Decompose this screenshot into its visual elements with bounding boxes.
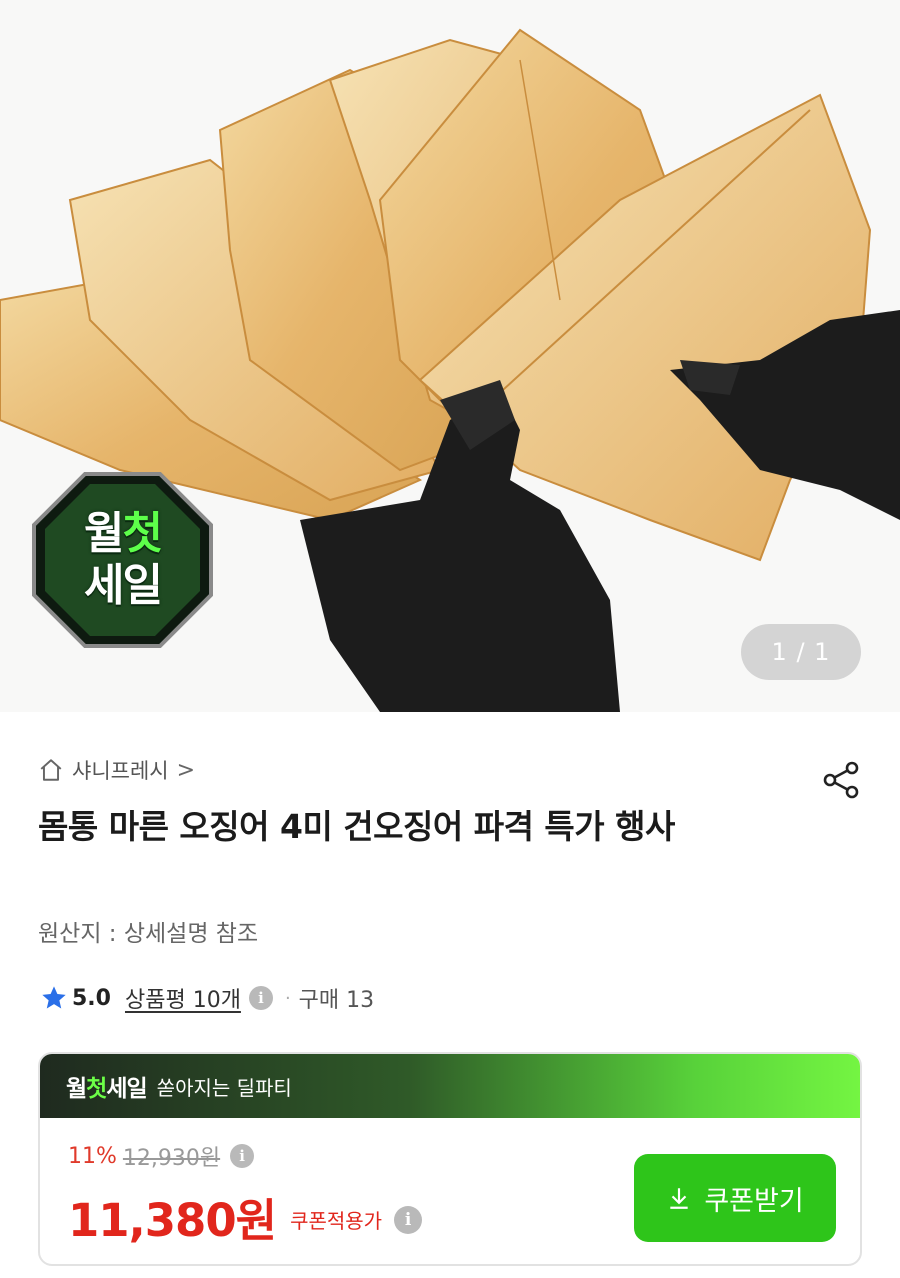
deal-body: 11% 12,930원 i 11,380원 쿠폰적용가 i 쿠폰받기 [40, 1118, 860, 1264]
info-icon[interactable]: i [230, 1144, 255, 1168]
share-icon [823, 761, 859, 799]
info-icon[interactable]: i [394, 1205, 423, 1234]
image-pager-indicator: 1 / 1 [741, 624, 861, 680]
get-coupon-label: 쿠폰받기 [704, 1185, 804, 1216]
product-origin: 원산지 : 상세설명 참조 [38, 921, 259, 947]
rating-score: 5.0 [72, 985, 111, 1011]
download-icon [670, 1188, 688, 1209]
price-row: 11,380원 쿠폰적용가 i [68, 1184, 423, 1249]
purchase-count: 구매 13 [298, 988, 375, 1013]
discount-row: 11% 12,930원 i [68, 1140, 255, 1172]
share-button[interactable] [818, 756, 866, 804]
sale-price: 11,380원 [68, 1194, 277, 1247]
deal-logo-part: 세일 [106, 1076, 147, 1102]
store-name: 샤니프레시 [72, 759, 169, 783]
monthly-sale-badge: 월첫 세일 [30, 470, 215, 650]
deal-subtitle: 쏟아지는 딜파티 [156, 1075, 292, 1100]
badge-text-part: 월 [84, 508, 125, 559]
badge-text-accent: 첫 [122, 508, 164, 559]
original-price: 12,930원 [122, 1146, 221, 1171]
deal-box: 월첫세일 쏟아지는 딜파티 11% 12,930원 i 11,380원 쿠폰적용… [38, 1052, 862, 1266]
rating-summary: 5.0 상품평 10개 i · 구매 13 [40, 978, 374, 1018]
coupon-price-label: 쿠폰적용가 [290, 1209, 383, 1233]
info-icon[interactable]: i [248, 986, 273, 1010]
deal-logo: 월첫세일 [66, 1069, 148, 1103]
separator-dot: · [284, 987, 291, 1009]
chevron-right-icon: > [176, 757, 196, 783]
deal-header: 월첫세일 쏟아지는 딜파티 [40, 1054, 860, 1118]
product-image-carousel[interactable]: 월첫 세일 1 / 1 [0, 0, 900, 712]
discount-rate: 11% [68, 1143, 117, 1169]
deal-logo-accent: 첫 [86, 1076, 107, 1102]
reviews-link[interactable]: 상품평 10개 [125, 982, 241, 1014]
star-icon [40, 984, 68, 1012]
product-title: 몸통 마른 오징어 4미 건오징어 파격 특가 행사 [38, 807, 675, 846]
home-icon [38, 757, 64, 783]
store-link[interactable]: 샤니프레시 > [38, 754, 195, 786]
deal-logo-part: 월 [66, 1076, 87, 1102]
get-coupon-button[interactable]: 쿠폰받기 [634, 1154, 836, 1242]
badge-text-line2: 세일 [84, 560, 163, 611]
